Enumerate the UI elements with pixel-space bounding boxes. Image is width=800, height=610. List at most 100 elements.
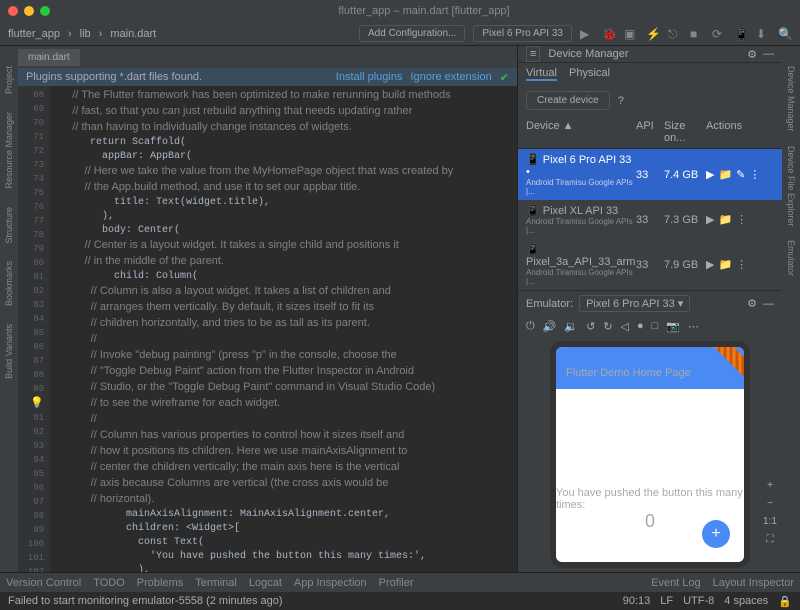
col-device[interactable]: Device ▲ (526, 120, 636, 144)
tool-event-log[interactable]: Event Log (651, 577, 701, 589)
status-message: Failed to start monitoring emulator-5558… (8, 595, 283, 607)
breadcrumb-dir[interactable]: lib (80, 28, 91, 40)
gear-icon[interactable]: ⚙ (747, 297, 757, 310)
add-configuration-button[interactable]: Add Configuration... (359, 25, 465, 42)
phone-appbar: Flutter Demo Home Page (556, 361, 744, 389)
home-icon[interactable]: ● (637, 320, 644, 333)
stop-icon[interactable]: ■ (690, 27, 704, 41)
install-plugins-link[interactable]: Install plugins (336, 71, 403, 83)
power-icon[interactable]: ⏻ (526, 320, 535, 333)
sidebar-emulator[interactable]: Emulator (786, 240, 796, 276)
intention-bulb-icon[interactable]: 💡 (30, 397, 44, 409)
tab-virtual[interactable]: Virtual (526, 67, 557, 81)
emulator-device-selector[interactable]: Pixel 6 Pro API 33 ▾ (579, 295, 690, 312)
device-row[interactable]: 📱 Pixel XL API 33Android Tiramisu Google… (518, 200, 782, 239)
tab-physical[interactable]: Physical (569, 67, 610, 81)
tool-problems[interactable]: Problems (137, 577, 183, 589)
minimize-window[interactable] (24, 6, 34, 16)
sdk-icon[interactable]: ⬇ (756, 27, 770, 41)
hide-icon[interactable]: — (763, 48, 774, 60)
profile-icon[interactable]: ▣ (624, 27, 638, 41)
col-size[interactable]: Size on... (664, 120, 706, 144)
tool-terminal[interactable]: Terminal (195, 577, 237, 589)
phone-icon: 📱 (526, 205, 540, 217)
tool-logcat[interactable]: Logcat (249, 577, 282, 589)
device-row[interactable]: 📱 Pixel_3a_API_33_arm6...Android Tiramis… (518, 239, 782, 290)
help-icon[interactable]: ? (618, 95, 624, 107)
rotate-left-icon[interactable]: ↺ (586, 320, 595, 333)
lock-icon[interactable]: 🔒 (778, 595, 792, 608)
folder-icon[interactable]: 📁 (718, 168, 732, 181)
device-row[interactable]: 📱 Pixel 6 Pro API 33 •Android Tiramisu G… (518, 149, 782, 200)
left-sidebar: Project Resource Manager Structure Bookm… (0, 46, 18, 572)
tool-todo[interactable]: TODO (93, 577, 125, 589)
search-icon[interactable]: 🔍 (778, 27, 792, 41)
device-table-header: Device ▲ API Size on... Actions (518, 116, 782, 149)
more-icon[interactable]: ⋮ (736, 213, 747, 226)
sidebar-structure[interactable]: Structure (4, 207, 14, 244)
screenshot-icon[interactable]: 📷 (666, 320, 680, 333)
close-window[interactable] (8, 6, 18, 16)
tool-app-inspection[interactable]: App Inspection (294, 577, 367, 589)
play-icon[interactable]: ▶ (706, 213, 714, 226)
chevron-icon: › (99, 28, 103, 40)
fab-add-button[interactable]: + (702, 520, 730, 548)
line-separator[interactable]: LF (660, 595, 673, 607)
emulator-label: Emulator: (526, 298, 573, 310)
zoom-fit[interactable]: 1:1 (762, 514, 778, 530)
sidebar-device-manager[interactable]: Device Manager (786, 66, 796, 132)
tool-profiler[interactable]: Profiler (379, 577, 414, 589)
folder-icon[interactable]: 📁 (718, 213, 732, 226)
banner-message: Plugins supporting *.dart files found. (26, 71, 202, 83)
debug-icon[interactable]: 🐞 (602, 27, 616, 41)
sidebar-bookmarks[interactable]: Bookmarks (4, 261, 14, 306)
run-icon[interactable]: ▶ (580, 27, 594, 41)
more-icon[interactable]: ⋮ (749, 168, 760, 181)
create-device-button[interactable]: Create device (526, 91, 610, 110)
sidebar-resource-manager[interactable]: Resource Manager (4, 112, 14, 189)
breadcrumb-file[interactable]: main.dart (110, 28, 156, 40)
zoom-full[interactable]: ⛶ (762, 532, 778, 548)
gear-icon[interactable]: ⚙ (747, 48, 757, 61)
panel-menu-icon[interactable]: ≡ (526, 46, 540, 62)
more-icon[interactable]: ⋮ (736, 258, 747, 271)
code-editor[interactable]: // The Flutter framework has been optimi… (50, 86, 517, 572)
sidebar-device-file-explorer[interactable]: Device File Explorer (786, 146, 796, 227)
rotate-right-icon[interactable]: ↻ (603, 320, 612, 333)
ignore-extension-link[interactable]: Ignore extension (410, 71, 491, 83)
play-icon[interactable]: ▶ (706, 168, 714, 181)
play-icon[interactable]: ▶ (706, 258, 714, 271)
overview-icon[interactable]: □ (652, 320, 659, 333)
back-icon[interactable]: ◁ (621, 320, 629, 333)
zoom-in[interactable]: + (762, 478, 778, 494)
hot-reload-icon[interactable]: ⚡ (646, 27, 660, 41)
main-toolbar: flutter_app › lib › main.dart Add Config… (0, 22, 800, 46)
emulator-display[interactable]: Flutter Demo Home Page You have pushed t… (550, 341, 750, 568)
device-manager-panel: ≡ Device Manager ⚙ — Virtual Physical Cr… (517, 46, 782, 572)
sidebar-project[interactable]: Project (4, 66, 14, 94)
cursor-position[interactable]: 90:13 (623, 595, 651, 607)
volume-down-icon[interactable]: 🔉 (564, 320, 578, 333)
volume-up-icon[interactable]: 🔊 (543, 320, 557, 333)
tool-layout-inspector[interactable]: Layout Inspector (713, 577, 794, 589)
tab-main-dart[interactable]: main.dart (18, 49, 80, 66)
titlebar: flutter_app – main.dart [flutter_app] (0, 0, 800, 22)
tool-version-control[interactable]: Version Control (6, 577, 81, 589)
indent[interactable]: 4 spaces (724, 595, 768, 607)
breadcrumb-project[interactable]: flutter_app (8, 28, 60, 40)
maximize-window[interactable] (40, 6, 50, 16)
col-api[interactable]: API (636, 120, 664, 144)
zoom-out[interactable]: − (762, 496, 778, 512)
device-selector[interactable]: Pixel 6 Pro API 33 (473, 25, 572, 42)
edit-icon[interactable]: ✎ (736, 168, 745, 181)
folder-icon[interactable]: 📁 (718, 258, 732, 271)
avd-icon[interactable]: 📱 (734, 27, 748, 41)
more-icon[interactable]: ⋯ (688, 320, 699, 333)
encoding[interactable]: UTF-8 (683, 595, 714, 607)
sync-icon[interactable]: ⟳ (712, 27, 726, 41)
phone-icon: 📱 (526, 154, 540, 166)
attach-icon[interactable]: ⎋ (668, 27, 682, 41)
hide-icon[interactable]: — (763, 298, 774, 310)
line-gutter[interactable]: 6869707172737475767778798081828384858687… (18, 86, 50, 572)
sidebar-build-variants[interactable]: Build Variants (4, 324, 14, 379)
